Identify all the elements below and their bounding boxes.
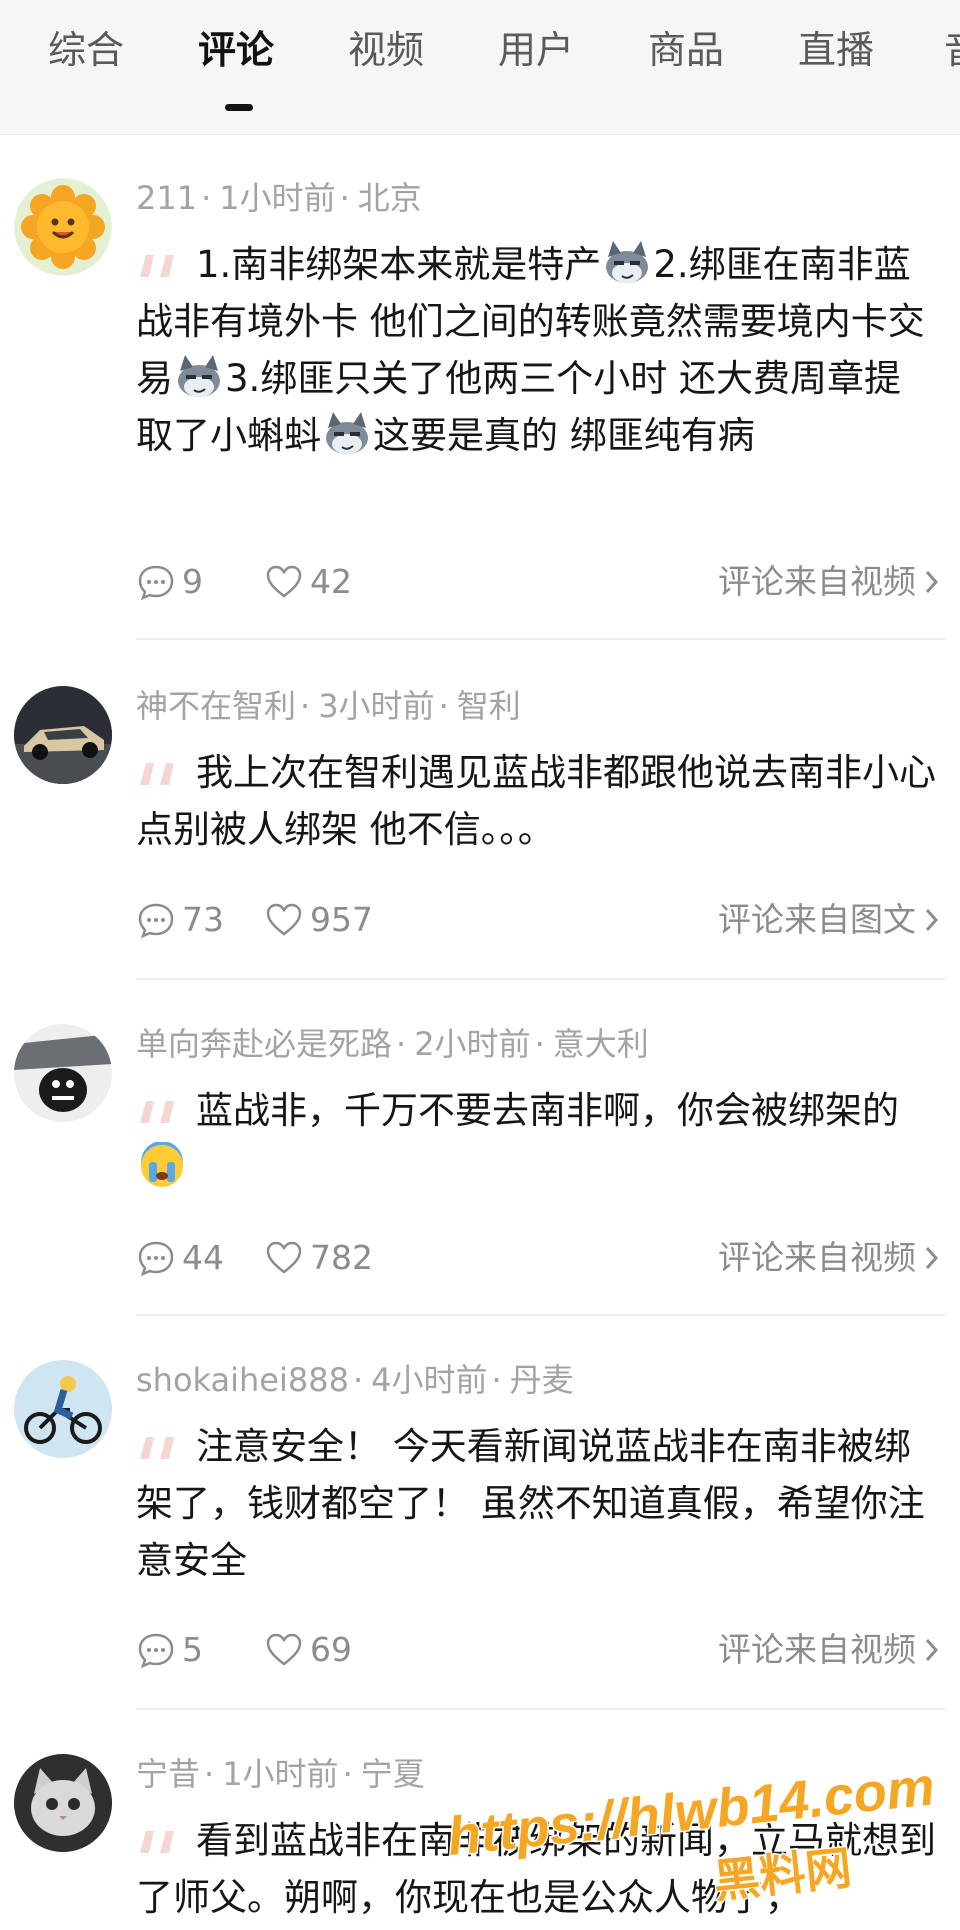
sun-avatar-icon [15,179,111,275]
like-button[interactable]: 69 [264,1628,352,1672]
comment-time: 2小时前 [414,1025,531,1063]
smirk-wolf-emoji-icon [178,355,220,397]
chat-bubble-icon [138,1633,174,1669]
chevron-right-icon [925,570,939,594]
reply-count: 44 [182,1238,224,1277]
comment-location: 意大利 [552,1025,649,1063]
quote-mark-icon [140,763,174,785]
quote-mark-icon [140,1437,174,1459]
chevron-right-icon [925,908,939,932]
comment-text[interactable]: 1.南非绑架本来就是特产 2.绑匪在南非蓝战非有境外卡 他们之间的转账竟然需要境内… [136,236,936,464]
reply-button[interactable]: 9 [136,560,203,604]
comment-time: 1小时前 [219,179,336,217]
comment-meta: 211 · 1小时前 · 北京 [136,179,422,217]
heart-icon [266,1633,302,1666]
like-count: 782 [310,1238,373,1277]
reply-count: 5 [182,1630,203,1669]
search-tab-bar: 综合 评论 视频 用户 商品 直播 音 [0,0,960,135]
like-count: 42 [310,562,352,601]
heart-icon [266,1241,302,1274]
comment-time: 3小时前 [318,687,435,725]
comment-time: 4小时前 [371,1361,488,1399]
tab-users[interactable]: 用户 [498,24,574,76]
like-count: 69 [310,1630,352,1669]
quote-mark-icon [140,1831,174,1853]
comment-item: 神不在智利 · 3小时前 · 智利 我上次在智利遇见蓝战非都跟他说去南非小心点别被人绑架… [0,640,960,980]
cyclist-avatar-icon [14,1360,112,1458]
smirk-wolf-emoji-icon [326,412,368,454]
reply-count: 73 [182,900,224,939]
avatar[interactable] [14,1024,112,1122]
comment-meta: 宁昔 · 1小时前 · 宁夏 [136,1755,425,1793]
avatar[interactable] [14,1360,112,1458]
comment-meta: 单向奔赴必是死路 · 2小时前 · 意大利 [136,1025,649,1063]
chat-bubble-icon [138,1241,174,1277]
comment-text[interactable]: 蓝战非，千万不要去南非啊，你会被绑架的 [136,1082,936,1196]
chat-bubble-icon [138,903,174,939]
character-avatar-icon [14,1024,112,1122]
comment-meta: shokaihei888 · 4小时前 · 丹麦 [136,1361,574,1399]
reply-button[interactable]: 5 [136,1628,203,1672]
comment-username[interactable]: shokaihei888 [136,1361,349,1399]
comment-source-link[interactable]: 评论来自视频 [718,560,946,604]
comment-item: 211 · 1小时前 · 北京 1.南非绑架本来就是特产 2.绑匪在南非蓝战非有境外卡 他… [0,134,960,640]
comment-username[interactable]: 单向奔赴必是死路 [136,1025,392,1063]
comment-actions: 9 42 评论来自视频 [136,560,946,604]
reply-button[interactable]: 73 [136,898,224,942]
active-tab-indicator [225,104,253,111]
chevron-right-icon [925,1638,939,1662]
comment-location: 宁夏 [360,1755,425,1793]
crying-face-emoji-icon [141,1142,183,1187]
chevron-right-icon [925,1246,939,1270]
comment-actions: 73 957 评论来自图文 [136,898,946,942]
comment-location: 智利 [456,687,521,725]
like-button[interactable]: 782 [264,1236,373,1280]
avatar[interactable] [14,178,112,276]
comment-source-link[interactable]: 评论来自图文 [718,898,946,942]
comment-actions: 44 782 评论来自视频 [136,1236,946,1280]
car-avatar-icon [14,686,112,784]
chat-bubble-icon [138,565,174,601]
comment-meta: 神不在智利 · 3小时前 · 智利 [136,687,521,725]
tab-music[interactable]: 音 [944,24,960,76]
heart-icon [266,565,302,598]
comment-item: 宁昔 · 1小时前 · 宁夏 看到蓝战非在南非被绑架的新闻，立马就想到了师父。朔啊，你现… [0,1710,960,1930]
comment-item: shokaihei888 · 4小时前 · 丹麦 注意安全！ 今天看新闻说蓝战非在南非被… [0,1316,960,1710]
tab-products[interactable]: 商品 [648,24,724,76]
comment-username[interactable]: 211 [136,179,197,217]
comment-source-link[interactable]: 评论来自视频 [718,1236,946,1280]
tab-live[interactable]: 直播 [798,24,874,76]
like-button[interactable]: 957 [264,898,373,942]
like-count: 957 [310,900,373,939]
like-button[interactable]: 42 [264,560,352,604]
comment-item: 单向奔赴必是死路 · 2小时前 · 意大利 蓝战非，千万不要去南非啊，你会被绑架的 44… [0,980,960,1316]
avatar[interactable] [14,686,112,784]
heart-icon [266,903,302,936]
comment-actions: 5 69 评论来自视频 [136,1628,946,1672]
comment-text[interactable]: 看到蓝战非在南非被绑架的新闻，立马就想到了师父。朔啊，你现在也是公众人物了， [136,1812,936,1926]
comment-username[interactable]: 宁昔 [136,1755,200,1793]
quote-mark-icon [140,1101,174,1123]
comment-text[interactable]: 我上次在智利遇见蓝战非都跟他说去南非小心点别被人绑架 他不信。。。 [136,744,936,858]
quote-mark-icon [140,255,174,277]
comment-source-link[interactable]: 评论来自视频 [718,1628,946,1672]
cat-avatar-icon [14,1754,112,1852]
comment-text[interactable]: 注意安全！ 今天看新闻说蓝战非在南非被绑架了，钱财都空了！ 虽然不知道真假，希望… [136,1418,936,1589]
tab-comments[interactable]: 评论 [198,24,274,76]
comment-time: 1小时前 [222,1755,339,1793]
comment-username[interactable]: 神不在智利 [136,687,296,725]
smirk-wolf-emoji-icon [606,241,649,283]
reply-button[interactable]: 44 [136,1236,224,1280]
tab-videos[interactable]: 视频 [348,24,424,76]
reply-count: 9 [182,562,203,601]
tab-overall[interactable]: 综合 [48,24,124,76]
avatar[interactable] [14,1754,112,1852]
comment-location: 北京 [357,179,422,217]
comment-location: 丹麦 [509,1361,574,1399]
